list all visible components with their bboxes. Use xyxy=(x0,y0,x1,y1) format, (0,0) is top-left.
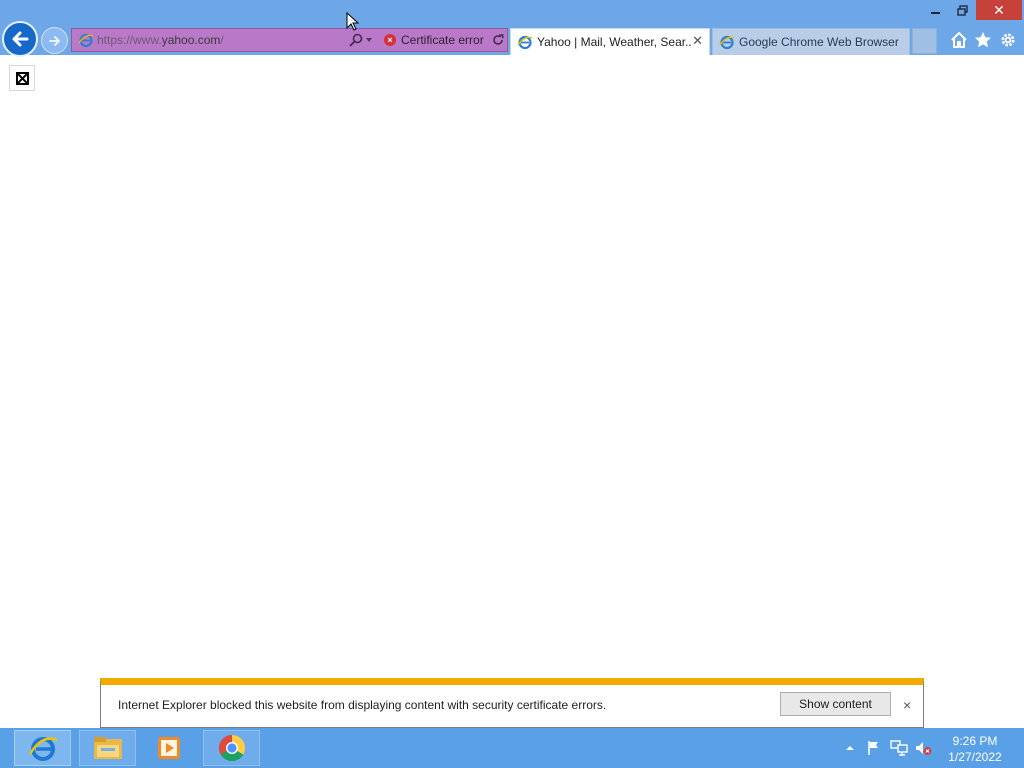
tab-label: Google Chrome Web Browser xyxy=(739,35,899,49)
taskbar: 9:26 PM 1/27/2022 xyxy=(0,728,1024,768)
tray-volume[interactable] xyxy=(914,738,932,758)
url-suffix: / xyxy=(220,33,224,47)
taskbar-media-player[interactable] xyxy=(140,730,197,766)
search-icon[interactable] xyxy=(348,32,364,48)
chevron-up-icon xyxy=(846,746,854,750)
restore-button[interactable] xyxy=(951,0,973,20)
tools-gear-icon[interactable] xyxy=(998,30,1018,50)
tray-action-center[interactable] xyxy=(866,738,882,758)
network-icon xyxy=(890,740,908,756)
refresh-icon[interactable] xyxy=(490,32,506,48)
back-button[interactable] xyxy=(2,21,38,57)
tab-google-chrome[interactable]: Google Chrome Web Browser xyxy=(712,28,910,55)
url-domain: yahoo.com xyxy=(161,33,221,47)
restore-icon xyxy=(956,4,968,16)
taskbar-internet-explorer[interactable] xyxy=(14,730,71,766)
certificate-error-icon[interactable]: × xyxy=(384,34,396,46)
chrome-icon xyxy=(218,734,245,762)
file-explorer-icon xyxy=(93,737,122,759)
broken-image-icon xyxy=(9,65,35,91)
certificate-error-label[interactable]: Certificate error xyxy=(401,33,484,47)
internet-explorer-icon xyxy=(28,737,57,761)
taskbar-chrome[interactable] xyxy=(203,730,260,766)
security-notification-bar: Internet Explorer blocked this website f… xyxy=(100,678,924,728)
back-arrow-icon xyxy=(12,31,29,47)
forward-button[interactable] xyxy=(41,27,68,54)
volume-muted-icon xyxy=(916,742,932,755)
tab-label: Yahoo | Mail, Weather, Sear... xyxy=(537,35,692,49)
flag-icon xyxy=(868,741,878,755)
address-bar[interactable]: https://www.yahoo.com/ × Certificate err… xyxy=(71,28,508,52)
minimize-button[interactable] xyxy=(925,0,947,20)
minimize-icon xyxy=(931,12,940,14)
address-dropdown-icon[interactable] xyxy=(366,38,372,42)
taskbar-clock[interactable]: 9:26 PM 1/27/2022 xyxy=(940,733,1010,765)
notification-close-button[interactable]: × xyxy=(903,697,911,713)
new-tab-button[interactable] xyxy=(912,28,937,54)
clock-date: 1/27/2022 xyxy=(948,750,1002,764)
ie-tab-icon xyxy=(517,35,533,50)
favorites-star-icon[interactable] xyxy=(973,30,993,50)
media-player-icon xyxy=(157,737,180,759)
taskbar-file-explorer[interactable] xyxy=(79,730,136,766)
mouse-cursor-icon xyxy=(346,12,360,31)
forward-arrow-icon xyxy=(48,35,60,46)
tab-close-button[interactable]: ✕ xyxy=(692,33,703,49)
tray-show-hidden-icons[interactable] xyxy=(845,738,855,758)
show-content-button[interactable]: Show content xyxy=(780,692,891,716)
url-text[interactable]: https://www.yahoo.com/ xyxy=(97,33,224,47)
tray-network[interactable] xyxy=(890,738,908,758)
browser-titlebar: https://www.yahoo.com/ × Certificate err… xyxy=(0,0,1024,57)
ie-page-icon xyxy=(78,33,94,48)
clock-time: 9:26 PM xyxy=(952,734,998,748)
ie-tab-icon xyxy=(719,35,735,50)
home-icon[interactable] xyxy=(949,30,969,50)
url-prefix: https://www. xyxy=(97,33,162,47)
tab-yahoo[interactable]: Yahoo | Mail, Weather, Sear... ✕ xyxy=(510,28,710,55)
close-window-button[interactable]: ✕ xyxy=(976,0,1022,20)
notification-message: Internet Explorer blocked this website f… xyxy=(118,698,607,712)
